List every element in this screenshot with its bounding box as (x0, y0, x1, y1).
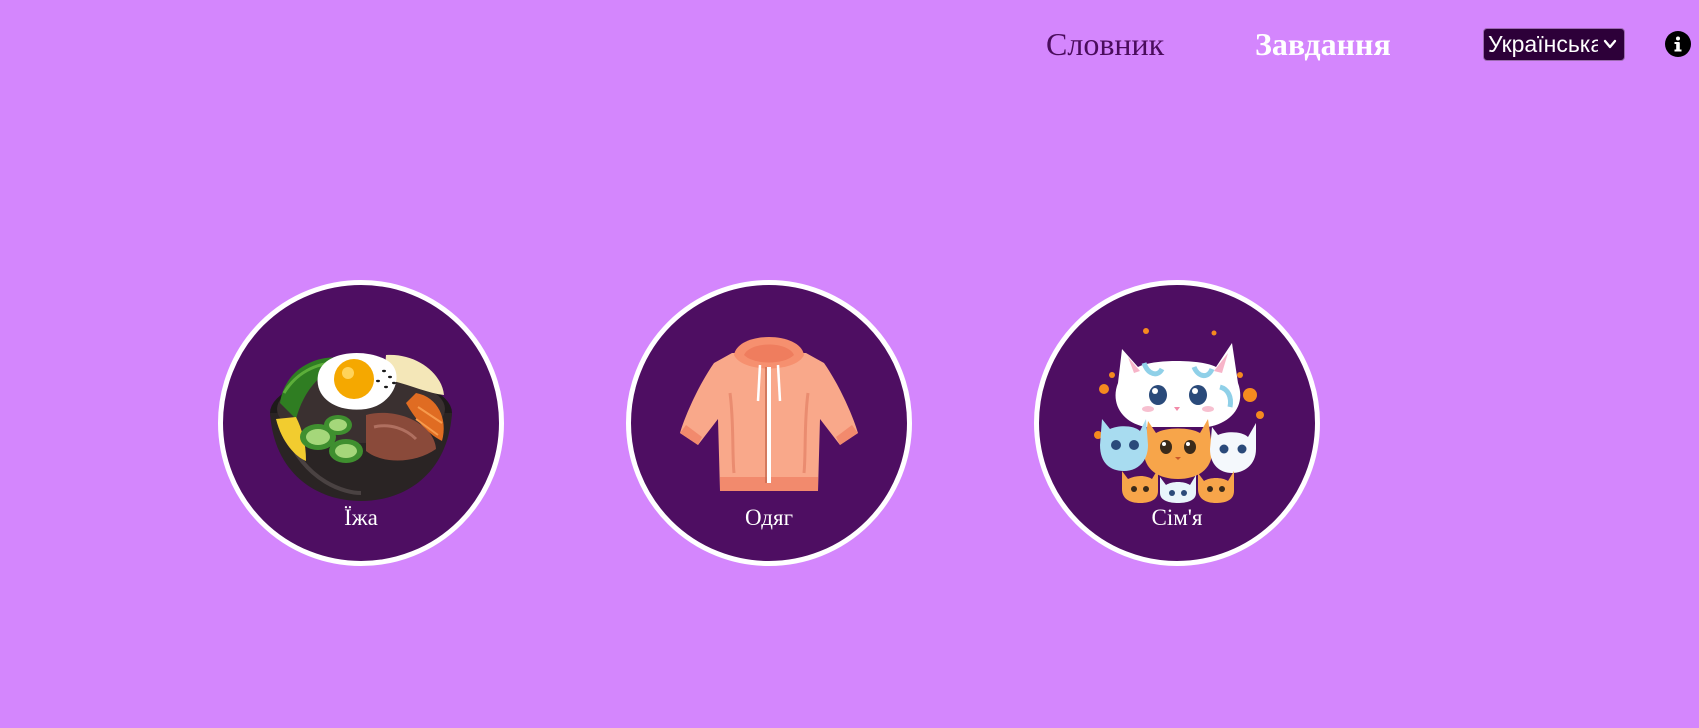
bibimbap-bowl-icon (270, 352, 452, 501)
hoodie-icon (680, 337, 858, 491)
category-family-label: Сім'я (1151, 505, 1203, 530)
category-food-label: Їжа (344, 505, 378, 530)
info-glyph (1674, 36, 1682, 52)
language-select[interactable]: Українська (1483, 28, 1625, 61)
cat-family-icon (1094, 328, 1264, 503)
category-clothes-label: Одяг (744, 505, 794, 530)
language-select-value: Українська (1488, 31, 1598, 57)
nav-tasks-link[interactable]: Завдання (1255, 24, 1391, 64)
category-food[interactable]: Їжа (218, 280, 504, 566)
chevron-down-icon (1603, 39, 1617, 49)
nav-dictionary-link[interactable]: Словник (1046, 24, 1164, 64)
category-family[interactable]: Сім'я (1034, 280, 1320, 566)
info-icon[interactable] (1665, 31, 1691, 57)
category-clothes[interactable]: Одяг (626, 280, 912, 566)
